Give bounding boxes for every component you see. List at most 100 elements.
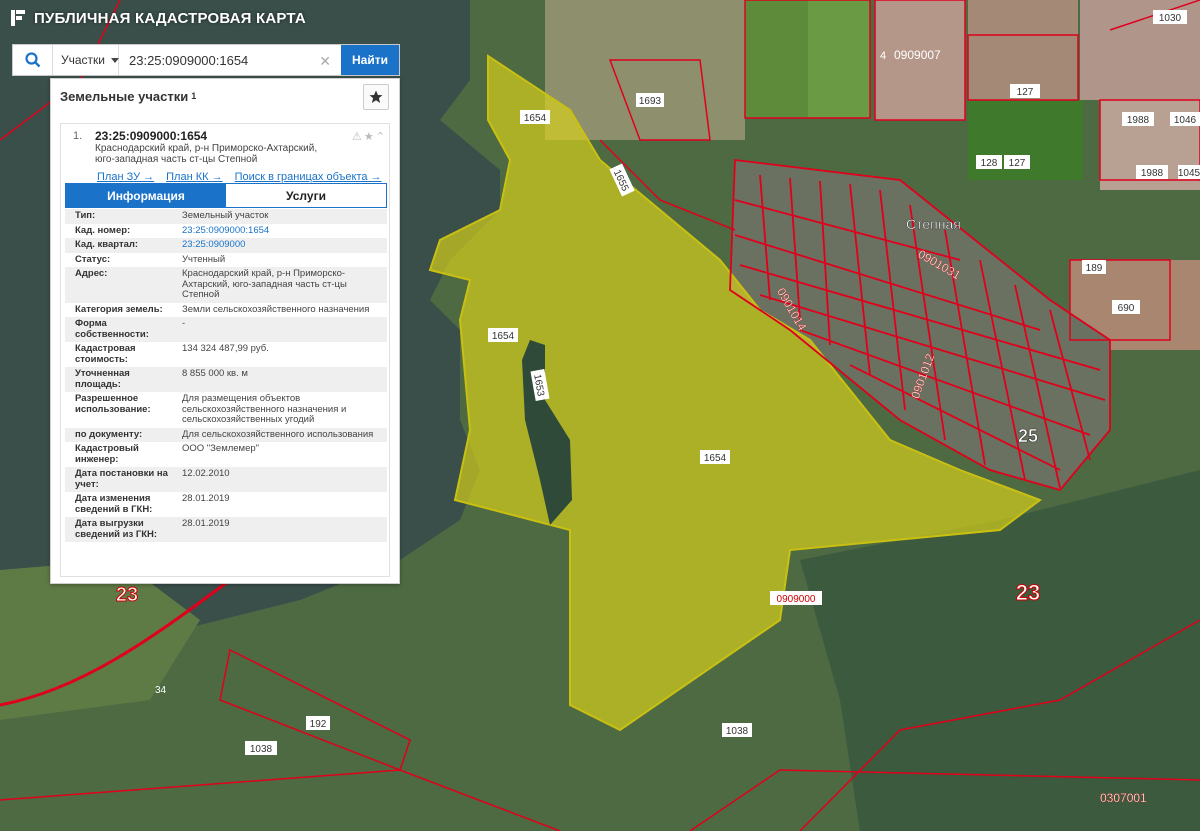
search-category-label: Участки (61, 53, 105, 67)
info-row-label: Кадастровая стоимость: (75, 343, 136, 365)
card-tabs: Информация Услуги (65, 183, 387, 208)
info-row: Дата постановки на учет: 12.02.2010 (65, 467, 387, 492)
info-row-label: Тип: (75, 210, 96, 221)
info-row-label: Дата изменения сведений в ГКН: (75, 493, 153, 515)
info-row-label: Кад. квартал: (75, 239, 139, 250)
label-189: 189 (1086, 263, 1103, 274)
panel-header: Земельные участки 1 (51, 79, 399, 113)
info-row-value: Для размещения объектов сельскохозяйстве… (182, 393, 347, 425)
label-1988: 1988 (1127, 115, 1150, 126)
info-row-label: Адрес: (75, 268, 108, 279)
info-row: Категория земель: Земли сельскохозяйствен… (65, 302, 387, 317)
label-region-23-right: 23 (1016, 580, 1040, 605)
info-row-label: Форма собственности: (75, 318, 149, 340)
info-row-value: Земли сельскохозяйственного назначения (182, 303, 370, 315)
field (808, 0, 870, 118)
info-row-label: Категория земель: (75, 303, 163, 315)
label-1038-right: 1038 (726, 726, 749, 737)
search-category-select[interactable]: Участки (53, 45, 119, 75)
info-row-value: - (182, 318, 186, 329)
info-row-label: Дата выгрузки сведений из ГКН: (75, 518, 158, 540)
label-0307001: 0307001 (1100, 791, 1147, 805)
info-row-label: Уточненная площадь: (75, 368, 130, 390)
info-row-value: 8 855 000 кв. м (182, 368, 248, 379)
info-row: Кад. номер: 23:25:0909000:1654 (65, 223, 387, 238)
panel-title: Земельные участки (60, 88, 189, 104)
search-icon[interactable] (13, 45, 53, 75)
find-button[interactable]: Найти (341, 45, 399, 75)
chevron-down-icon (111, 57, 119, 63)
label-128: 128 (981, 158, 998, 169)
app-header: ПУБЛИЧНАЯ КАДАСТРОВАЯ КАРТА (0, 0, 400, 36)
label-1046: 1046 (1174, 115, 1197, 126)
app-logo-icon (11, 10, 25, 26)
result-number: 1. (73, 130, 83, 142)
label-1654-center: 1654 (704, 453, 727, 464)
info-row: Дата выгрузки сведений из ГКН: 28.01.2019 (65, 517, 387, 542)
label-34: 34 (155, 685, 167, 696)
label-district-25: 25 (1018, 426, 1038, 446)
label-192: 192 (310, 719, 327, 730)
info-table: Тип: Земельный участок Кад. номер: 23:25:09… (65, 209, 387, 542)
label-0909000: 0909000 (777, 594, 816, 605)
card-links: План ЗУ → План КК → Поиск в границах объ… (97, 171, 389, 183)
info-row-label: Кад. номер: (75, 224, 131, 236)
label-0909007: 0909007 (894, 48, 941, 62)
info-row-value: Краснодарский край, р-н Приморско-Ахтарс… (182, 268, 347, 300)
info-row: Тип: Земельный участок (65, 209, 387, 224)
plan-kk-link[interactable]: План КК → (166, 171, 222, 183)
info-row-label: Кадастровый инженер: (75, 443, 139, 465)
label-127b: 127 (1009, 158, 1026, 169)
info-row: Кадастровая стоимость: 134 324 487,99 руб… (65, 342, 387, 367)
info-row-value: Земельный участок (182, 210, 269, 221)
label-690: 690 (1118, 303, 1135, 314)
info-row: Кад. квартал: 23:25:0909000 (65, 238, 387, 253)
tab-information[interactable]: Информация (66, 184, 226, 207)
address-line-2: юго-западная часть ст-цы Степной (95, 154, 258, 165)
plan-zu-link[interactable]: План ЗУ → (97, 171, 154, 183)
info-row-value[interactable]: 23:25:0909000 (182, 239, 387, 251)
label-1038-left: 1038 (250, 744, 273, 755)
label-1045: 1045 (1178, 168, 1200, 179)
label-1030: 1030 (1159, 13, 1182, 24)
info-row: Форма собственности: - (65, 317, 387, 342)
close-icon[interactable]: ✕ (319, 53, 331, 70)
info-row-value: 134 324 487,99 руб. (182, 343, 269, 354)
info-row-label: по документу: (75, 428, 143, 440)
info-row: Кадастровый инженер: ООО "Землемер" (65, 442, 387, 467)
info-row-value: 28.01.2019 (182, 518, 230, 529)
info-row: Разрешенное использование: Для размещения… (65, 392, 387, 428)
info-row: Дата изменения сведений в ГКН: 28.01.2019 (65, 492, 387, 517)
address-line-1: Краснодарский край, р-н Приморско-Ахтарс… (95, 143, 318, 154)
search-bar: Участки 23:25:0909000:1654 ✕ Найти (12, 44, 400, 76)
search-query-text: 23:25:0909000:1654 (129, 52, 249, 68)
star-icon[interactable]: ★ (364, 130, 374, 143)
chevron-up-icon[interactable]: ⌃ (376, 130, 385, 143)
info-row: Адрес: Краснодарский край, р-н Приморско-… (65, 267, 387, 303)
app-title: ПУБЛИЧНАЯ КАДАСТРОВАЯ КАРТА (34, 9, 306, 27)
label-127: 127 (1017, 87, 1034, 98)
info-row-label: Статус: (75, 253, 111, 265)
label-1693: 1693 (639, 96, 662, 107)
info-row: Статус: Учтенный (65, 252, 387, 267)
label-1654-top: 1654 (524, 113, 547, 124)
info-row-value: ООО "Землемер" (182, 443, 260, 454)
info-row-value: Для сельскохозяйственного использования (182, 428, 374, 440)
label-stepnaya: Степная (906, 216, 961, 232)
info-row-value[interactable]: 23:25:0909000:1654 (182, 225, 387, 237)
info-row: Уточненная площадь: 8 855 000 кв. м (65, 367, 387, 392)
info-row: по документу: Для сельскохозяйственного и… (65, 427, 387, 442)
info-row-value: 12.02.2010 (182, 468, 230, 479)
search-input[interactable]: 23:25:0909000:1654 ✕ (119, 45, 341, 75)
info-row-label: Дата постановки на учет: (75, 468, 168, 490)
search-in-bounds-link[interactable]: Поиск в границах объекта → (235, 171, 382, 183)
tab-services[interactable]: Услуги (226, 184, 386, 207)
info-row-value: Учтенный (182, 253, 226, 265)
label-1654-left: 1654 (492, 331, 515, 342)
label-region-23-left: 23 (116, 584, 138, 606)
favorite-button[interactable] (363, 84, 389, 110)
cadastral-number-title[interactable]: 23:25:0909000:1654 (95, 129, 383, 143)
card-actions: ⚠ ★ ⌃ (352, 130, 385, 143)
warning-icon[interactable]: ⚠ (352, 130, 362, 143)
results-count: 1 (191, 91, 197, 101)
